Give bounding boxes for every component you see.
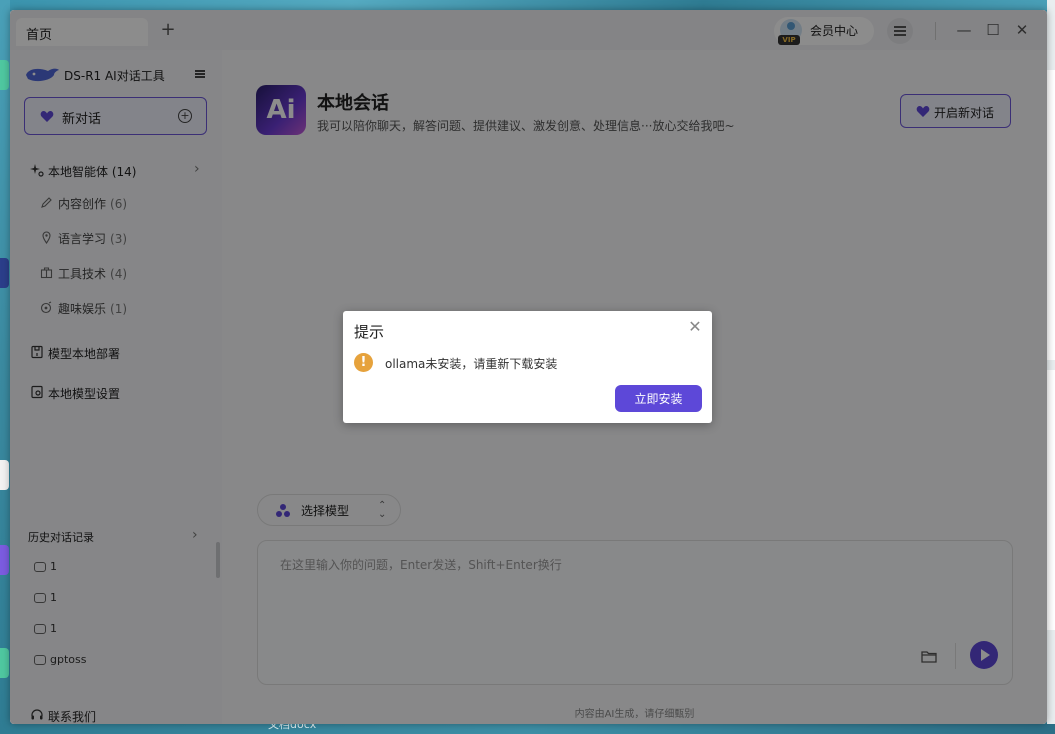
desktop-right-window-edge <box>1047 0 1055 734</box>
dialog-close-icon[interactable]: ✕ <box>687 319 703 335</box>
desktop-icon[interactable] <box>0 258 9 288</box>
desktop-icon[interactable] <box>0 545 9 575</box>
dialog-message: ollama未安装，请重新下载安装 <box>385 357 558 371</box>
dialog-title: 提示 <box>354 323 385 341</box>
desktop-icon[interactable] <box>0 648 9 678</box>
warning-icon: ! <box>354 353 373 372</box>
desktop-left-strip <box>0 0 10 734</box>
background-window-edge <box>1047 370 1055 630</box>
desktop-top-strip <box>0 0 1055 10</box>
desktop-icon[interactable] <box>0 460 9 490</box>
desktop-icon[interactable] <box>0 60 9 90</box>
background-window-edge <box>1047 70 1055 360</box>
desktop-bottom-strip <box>0 724 1055 734</box>
alert-dialog: 提示 ✕ ! ollama未安装，请重新下载安装 立即安装 <box>343 311 712 423</box>
install-now-button[interactable]: 立即安装 <box>615 385 702 412</box>
